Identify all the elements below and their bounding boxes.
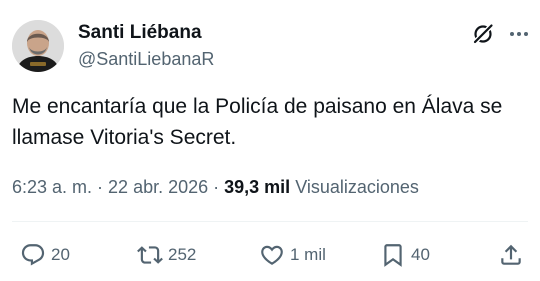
- bookmark-count: 40: [411, 245, 430, 264]
- like-button[interactable]: 1 mil: [259, 240, 326, 270]
- like-count: 1 mil: [290, 245, 326, 264]
- tweet-text: Me encantaría que la Policía de paisano …: [12, 95, 503, 149]
- more-icon-graphic: [510, 32, 528, 36]
- tweet-date[interactable]: 22 abr. 2026: [108, 177, 208, 197]
- views-label: Visualizaciones: [290, 177, 419, 197]
- bookmark-button[interactable]: 40: [380, 240, 430, 270]
- author-name[interactable]: Santi Liébana: [78, 22, 202, 44]
- avatar-image: [12, 20, 64, 72]
- bookmark-icon: [384, 244, 402, 267]
- grok-icon-graphic: [472, 23, 494, 45]
- views-count: 39,3 mil: [224, 177, 291, 197]
- reply-button[interactable]: 20: [20, 240, 70, 270]
- avatar[interactable]: [12, 20, 64, 72]
- repost-count: 252: [168, 245, 197, 264]
- meta-separator: ·: [208, 177, 225, 197]
- reply-icon: [21, 244, 45, 266]
- share-icon: [501, 244, 521, 265]
- heart-icon: [261, 245, 283, 265]
- repost-icon: [137, 246, 163, 264]
- divider: [12, 221, 528, 222]
- more-icon[interactable]: [508, 23, 530, 45]
- tweet-card: Santi Liébana @SantiLiebanaR Me encantar…: [0, 0, 540, 281]
- repost-button[interactable]: 252: [137, 240, 196, 270]
- tweet-meta: 6:23 a. m. · 22 abr. 2026 · 39,3 mil Vis…: [12, 177, 419, 198]
- meta-separator: ·: [92, 177, 109, 197]
- reply-count: 20: [51, 245, 70, 264]
- grok-icon[interactable]: [471, 22, 495, 46]
- tweet-time[interactable]: 6:23 a. m.: [12, 177, 92, 197]
- share-button[interactable]: [498, 240, 524, 270]
- author-handle[interactable]: @SantiLiebanaR: [78, 49, 214, 70]
